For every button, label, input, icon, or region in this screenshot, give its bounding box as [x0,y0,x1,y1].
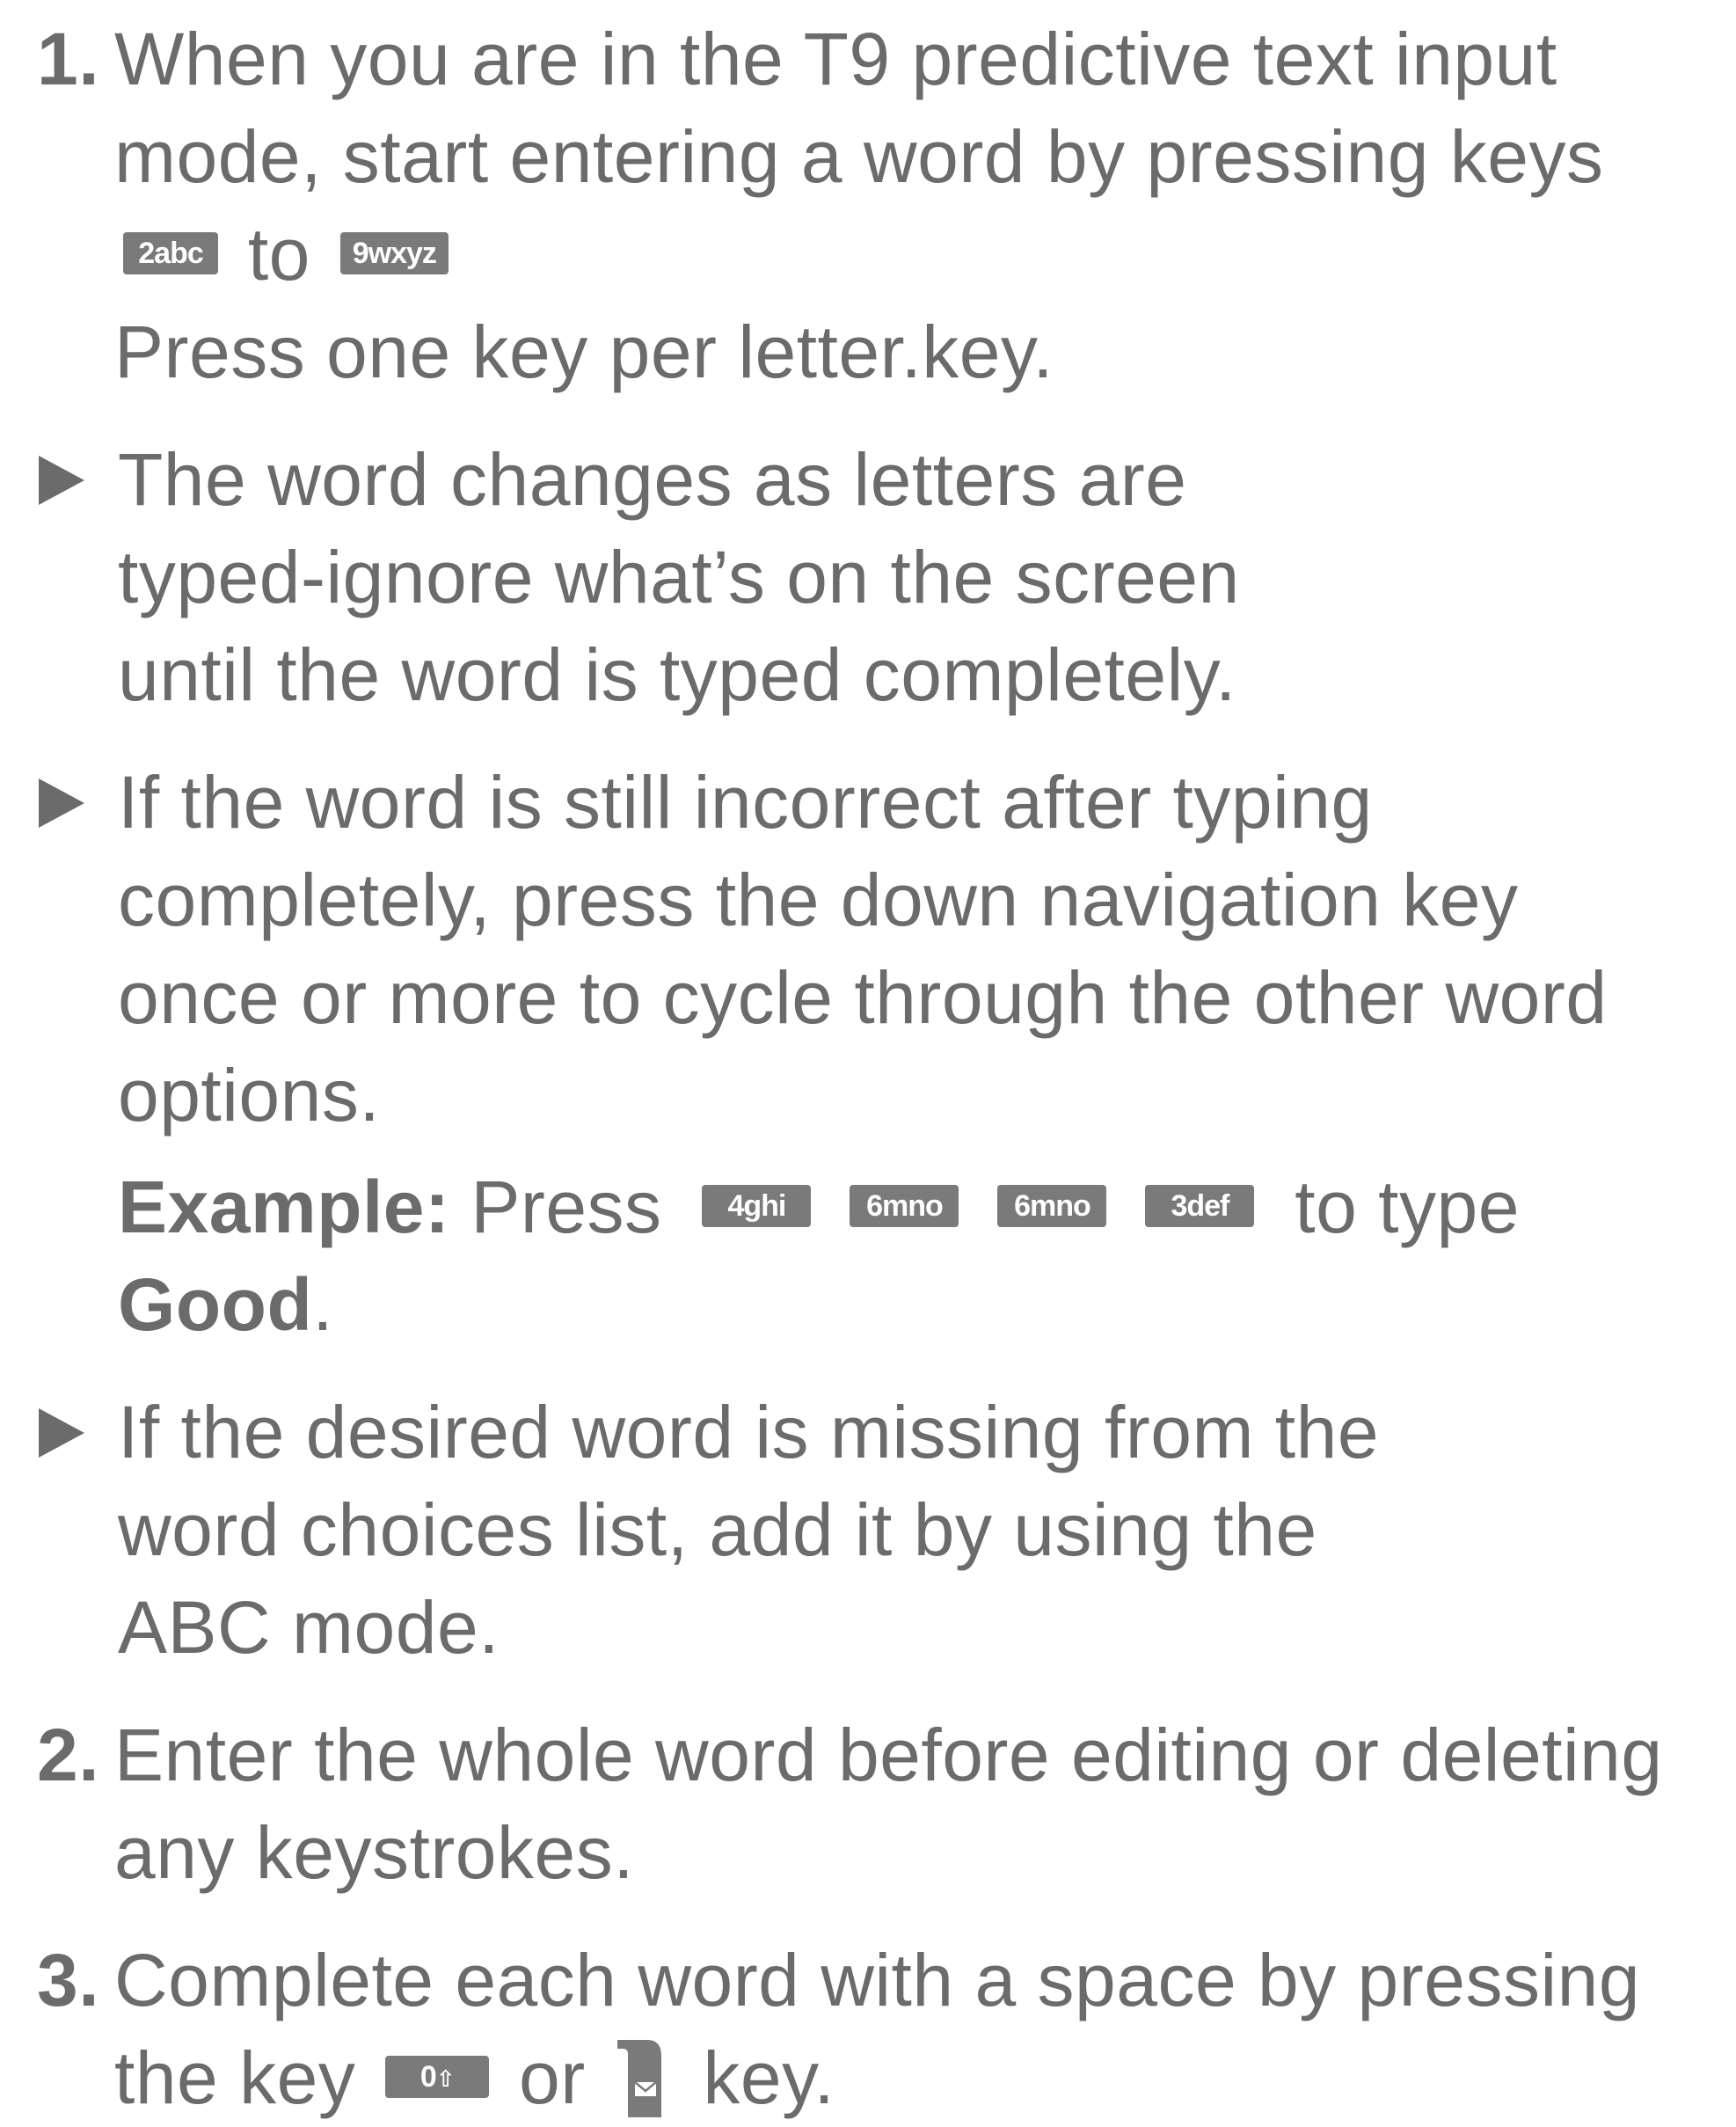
step-1-text-part-1: When you are in the T9 predictive text i… [114,18,1604,198]
example-to-type: to type [1295,1166,1520,1248]
bullet-3: If the desired word is missing from the … [37,1384,1718,1677]
step-3-text-part-1: Complete each word with a space by press… [114,1939,1641,2119]
key-2abc-icon: 2abc [123,231,218,274]
triangle-right-icon [37,754,118,852]
step-number: 3. [37,1939,100,2021]
bullet-1-text: The word changes as letters are typed-ig… [118,438,1240,716]
step-3-text: Complete each word with a space by press… [114,1932,1662,2127]
message-soft-key-icon [612,2036,667,2121]
step-number: 2. [37,1714,100,1796]
shift-arrow-icon: ⇧ [435,2065,456,2092]
manual-page: 1. When you are in the T9 predictive tex… [0,0,1736,2119]
example-period: . [312,1263,334,1346]
key-3def-icon: 3def [1145,1184,1255,1227]
bullet-1: The word changes as letters are typed-ig… [37,431,1718,724]
bullet-2-text: If the word is still incorrect after typ… [118,761,1608,1137]
triangle-right-icon [37,1384,118,1481]
step-1-text: When you are in the T9 predictive text i… [114,11,1718,401]
step-1-text-part-3: Press one key per letter.key. [114,311,1054,393]
step-2: 2. Enter the whole word before editing o… [37,1707,1718,1902]
step-3: 3. Complete each word with a space by pr… [37,1932,1718,2127]
example-word: Good [118,1263,313,1346]
space-key-icon: 0⇧ [385,2055,490,2098]
space-key-label: 0 [419,2059,437,2094]
step-1: 1. When you are in the T9 predictive tex… [37,11,1718,401]
step-number: 1. [37,18,100,100]
key-9wxyz-icon: 9wxyz [339,231,449,274]
step-2-text: Enter the whole word before editing or d… [114,1714,1663,1894]
key-4ghi-icon: 4ghi [702,1184,812,1227]
example-line: Example: Press 4ghi 6mno 6mno 3def to type … [37,1159,1718,1354]
bullet-2: If the word is still incorrect after typ… [37,754,1718,1144]
message-soft-key-shape [616,2039,661,2117]
step-1-text-part-2: to [247,213,310,296]
example-label: Example: [118,1166,450,1248]
bullet-3-text: If the desired word is missing from the … [118,1391,1380,1669]
key-6mno-icon: 6mno [850,1184,959,1227]
key-6mno-icon: 6mno [997,1184,1107,1227]
step-3-text-end: key. [703,2036,835,2119]
step-3-or: or [519,2036,586,2119]
triangle-right-icon [37,431,118,529]
example-press: Press [470,1166,662,1248]
